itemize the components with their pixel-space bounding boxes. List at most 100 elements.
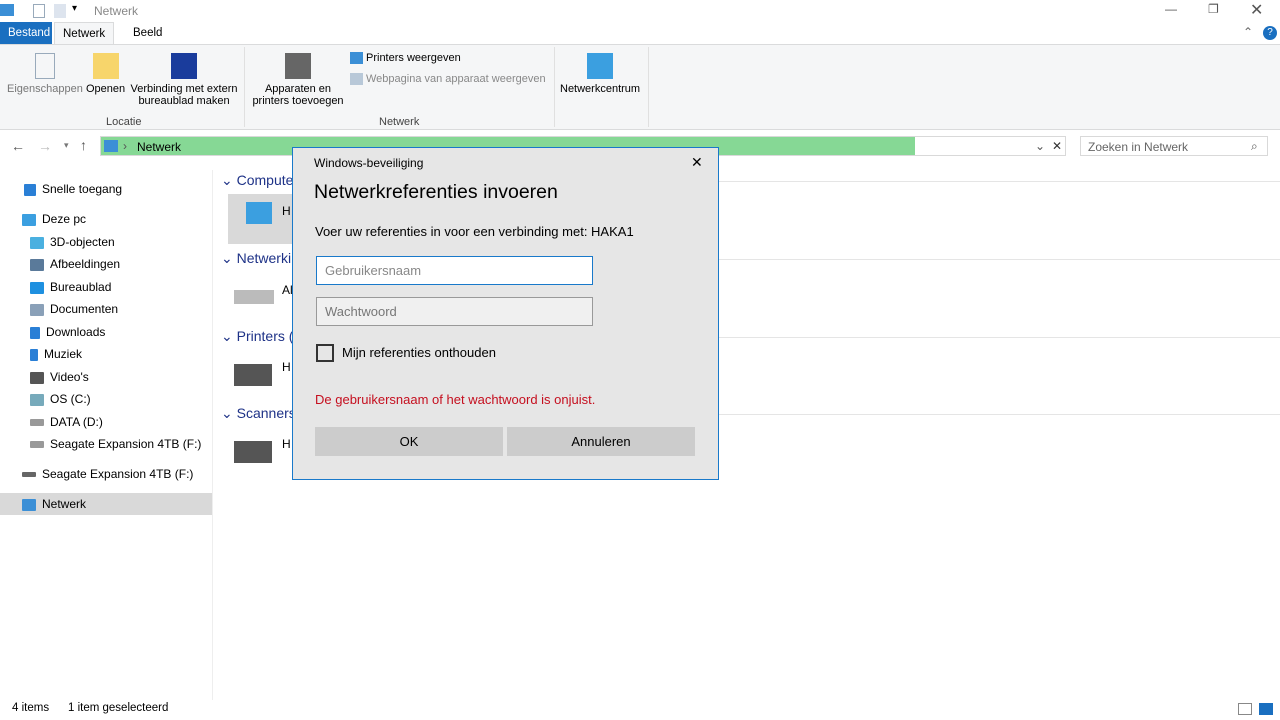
details-view-icon[interactable] [1238,703,1252,715]
printer-add-icon [285,53,311,79]
sidebar-item-downloads[interactable]: Downloads [30,321,105,343]
sidebar-item-videos[interactable]: Video's [30,366,89,388]
sidebar-item-quick-access[interactable]: Snelle toegang [24,178,122,200]
ribbon-tabs: Bestand Netwerk Beeld ⌃ ? [0,22,1280,45]
cube-icon [30,236,44,249]
router-icon [234,290,274,304]
drive-icon [30,393,44,406]
remember-label: Mijn referenties onthouden [342,345,496,360]
error-message: De gebruikersnaam of het wachtwoord is o… [315,392,596,407]
remote-desktop-icon [171,53,197,79]
customize-toolbar-icon[interactable]: ▾ [72,3,77,14]
printer-item[interactable]: H [230,358,292,394]
network-icon [0,4,14,16]
pictures-icon [30,258,44,271]
drive-icon [30,441,44,449]
close-button[interactable]: ✕ [1250,0,1263,20]
sidebar-item-3d[interactable]: 3D-objecten [30,231,115,253]
group-label-locatie: Locatie [106,116,142,128]
desktop-icon [30,281,44,294]
section-computer[interactable]: ⌄ Compute [221,172,293,189]
status-bar: 4 items 1 item geselecteerd [0,700,1280,720]
minimize-button[interactable]: — [1165,2,1177,16]
sidebar-item-music[interactable]: Muziek [30,343,82,365]
title-bar: ▾ Netwerk — ❐ ✕ [0,0,1280,22]
printer-icon [234,364,272,386]
sidebar-item-documents[interactable]: Documenten [30,298,118,320]
network-icon [104,140,118,152]
star-icon [24,183,36,196]
scanner-icon [234,441,272,463]
maximize-button[interactable]: ❐ [1208,2,1219,16]
video-icon [30,371,44,384]
help-icon[interactable]: ? [1263,26,1277,40]
new-folder-quick-icon[interactable] [54,4,66,18]
sidebar-item-pictures[interactable]: Afbeeldingen [30,253,120,275]
tab-beeld[interactable]: Beeld [125,22,170,44]
credentials-dialog: Windows-beveiliging ✕ Netwerkreferenties… [292,147,719,480]
collapse-ribbon-icon[interactable]: ⌃ [1243,25,1253,39]
computer-item[interactable]: H [228,194,292,244]
scanner-item[interactable]: H [230,435,292,471]
group-label-netwerk: Netwerk [379,116,420,128]
up-button[interactable]: ↑ [80,137,87,153]
section-network-infrastructure[interactable]: ⌄ Netwerki [221,250,291,267]
section-scanners[interactable]: ⌄ Scanners [221,405,296,422]
properties-quick-icon[interactable] [33,4,45,18]
tab-bestand[interactable]: Bestand [0,22,52,44]
sidebar-item-os-c[interactable]: OS (C:) [30,388,91,410]
dialog-message: Voer uw referenties in voor een verbindi… [315,224,634,239]
network-center-button[interactable]: Netwerkcentrum [560,53,640,95]
section-printers[interactable]: ⌄ Printers ( [221,328,293,345]
network-icon [22,498,36,511]
remember-checkbox[interactable] [316,344,334,362]
drive-icon [30,419,44,427]
divider [648,47,649,127]
username-input[interactable]: Gebruikersnaam [316,256,593,285]
sidebar-item-desktop[interactable]: Bureaublad [30,276,111,298]
clear-address-button[interactable]: ✕ [1052,139,1062,153]
divider [244,47,245,127]
properties-button[interactable]: Eigenschappen [7,53,83,95]
download-icon [30,326,40,339]
dialog-close-button[interactable]: ✕ [691,154,703,171]
dialog-title: Netwerkreferenties invoeren [314,181,558,203]
item-count: 4 items [12,702,50,714]
forward-button[interactable]: → [38,138,52,154]
tab-netwerk[interactable]: Netwerk [54,22,115,45]
sidebar-item-data-d[interactable]: DATA (D:) [30,411,103,433]
webpage-icon [350,73,363,86]
sidebar-item-seagate-f[interactable]: Seagate Expansion 4TB (F:) [30,433,201,455]
sidebar-item-seagate-f-root[interactable]: Seagate Expansion 4TB (F:) [22,463,193,485]
remote-desktop-button[interactable]: Verbinding met extern bureaublad maken [130,53,238,107]
network-center-icon [587,53,614,79]
search-icon: ⌕ [1251,139,1258,153]
sidebar-item-this-pc[interactable]: Deze pc [22,208,86,230]
computer-icon [246,202,272,224]
drive-icon [22,472,36,478]
recent-locations-button[interactable]: ▾ [64,140,69,151]
ok-button[interactable]: OK [315,427,503,456]
password-input[interactable]: Wachtwoord [316,297,593,326]
breadcrumb-separator: › [123,139,127,153]
divider [554,47,555,127]
printers-icon [350,52,363,65]
open-button[interactable]: Openen [86,53,125,95]
navigation-pane: Snelle toegang Deze pc 3D-objecten Afbee… [0,170,213,700]
address-dropdown-icon[interactable]: ⌄ [1035,139,1045,153]
device-webpage-button: Webpagina van apparaat weergeven [350,73,546,86]
properties-icon [34,53,55,79]
folder-icon [92,53,119,79]
sidebar-item-network[interactable]: Netwerk [0,493,212,515]
router-item[interactable]: Al [230,280,293,316]
cancel-button[interactable]: Annuleren [507,427,695,456]
computer-icon [22,213,36,226]
back-button[interactable]: ← [11,138,25,154]
search-input[interactable]: Zoeken in Netwerk ⌕ [1080,136,1268,156]
documents-icon [30,303,44,316]
add-devices-button[interactable]: Apparaten en printers toevoegen [250,53,346,107]
show-printers-button[interactable]: Printers weergeven [350,52,461,65]
large-icons-view-icon[interactable] [1259,703,1273,715]
music-icon [30,348,38,361]
breadcrumb-netwerk[interactable]: Netwerk [137,140,181,154]
